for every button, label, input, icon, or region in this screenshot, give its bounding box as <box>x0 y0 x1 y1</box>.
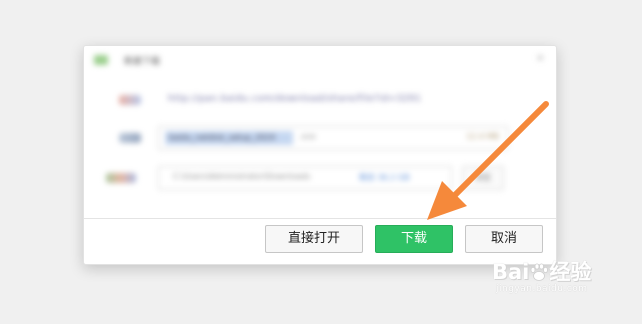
close-icon[interactable]: ✕ <box>536 54 544 64</box>
file-size: 12.4 MB <box>466 132 499 141</box>
filename-input[interactable]: baidu_netdisk_setup_2024 .exe 12.4 MB <box>158 126 508 150</box>
open-directly-button[interactable]: 直接打开 <box>265 225 363 253</box>
browse-button[interactable]: 浏览 <box>462 166 504 190</box>
download-dialog: 新建下载 ✕ http://pan.baidu.com/download/sha… <box>83 45 557 265</box>
free-space-text: 剩余 36.2 GB <box>359 173 410 182</box>
folder-icon <box>106 173 136 183</box>
watermark-brand: Bai 经验 <box>492 256 591 286</box>
watermark-brand-tail: 经验 <box>549 260 592 284</box>
file-extension: .exe <box>299 132 316 141</box>
url-row: http://pan.baidu.com/download/share/file… <box>84 92 556 110</box>
footer-divider <box>84 218 556 219</box>
browse-label: 浏览 <box>475 173 491 182</box>
filename-row: baidu_netdisk_setup_2024 .exe 12.4 MB <box>84 126 556 150</box>
watermark-site: jingyan.baidu.com <box>496 284 588 294</box>
blurred-dialog-content: 新建下载 ✕ http://pan.baidu.com/download/sha… <box>84 46 556 218</box>
link-icon <box>119 95 141 105</box>
dialog-title: 新建下载 <box>124 57 161 67</box>
save-path-select[interactable]: C:\Users\Administrator\Downloads 剩余 36.2… <box>158 166 452 190</box>
baidu-paw-icon <box>530 263 549 281</box>
baidu-watermark: Bai 经验 jingyan.baidu.com <box>492 254 610 304</box>
filename-selection: baidu_netdisk_setup_2024 <box>165 131 293 145</box>
download-button[interactable]: 下载 <box>375 225 453 253</box>
dialog-titlebar: 新建下载 ✕ <box>84 46 556 72</box>
filename-text: baidu_netdisk_setup_2024 <box>169 133 276 142</box>
save-path-text: C:\Users\Administrator\Downloads <box>173 172 311 181</box>
file-icon <box>119 133 141 143</box>
app-icon <box>94 55 108 65</box>
cancel-button[interactable]: 取消 <box>465 225 543 253</box>
download-url: http://pan.baidu.com/download/share/file… <box>168 94 422 104</box>
save-path-row: C:\Users\Administrator\Downloads 剩余 36.2… <box>84 166 556 190</box>
watermark-brand-text: Bai <box>492 260 530 284</box>
